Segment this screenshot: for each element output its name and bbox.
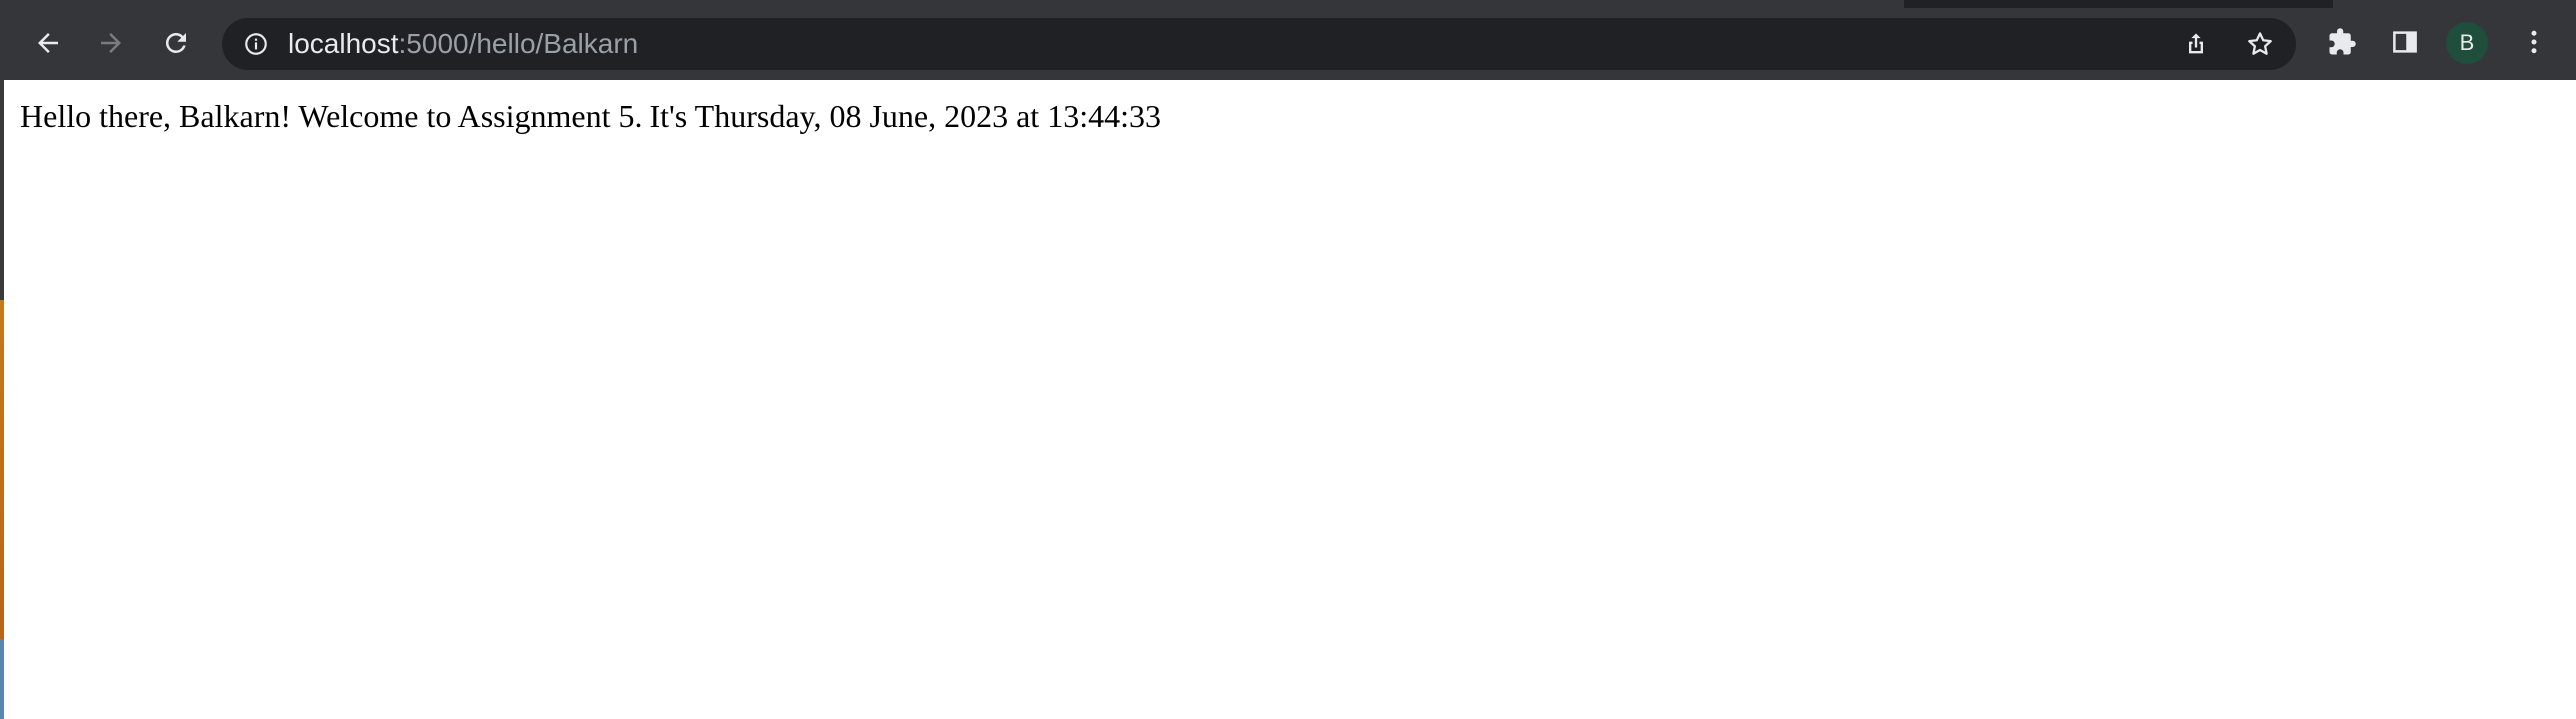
kebab-menu-icon — [2531, 30, 2537, 54]
address-bar[interactable]: localhost:5000/hello/Balkarn — [222, 18, 2296, 70]
greeting-text: Hello there, Balkarn! Welcome to Assignm… — [20, 98, 1161, 134]
reload-button[interactable] — [153, 20, 199, 66]
forward-button[interactable] — [88, 20, 134, 66]
url-text[interactable]: localhost:5000/hello/Balkarn — [288, 18, 638, 70]
info-icon[interactable] — [242, 30, 270, 58]
share-button[interactable] — [2176, 24, 2216, 64]
share-icon — [2189, 33, 2203, 54]
tab-edge[interactable] — [2333, 0, 2576, 8]
browser-menu-button[interactable] — [2514, 22, 2554, 62]
profile-avatar[interactable]: B — [2446, 22, 2488, 64]
extensions-button[interactable] — [2322, 22, 2362, 62]
back-button[interactable] — [25, 20, 71, 66]
tab-strip — [0, 0, 2576, 8]
url-path: :5000/hello/Balkarn — [398, 28, 639, 59]
side-panel-icon — [2393, 31, 2417, 53]
star-icon — [2248, 32, 2272, 55]
browser-toolbar: localhost:5000/hello/Balkarn B — [0, 0, 2576, 80]
puzzle-icon — [2329, 28, 2356, 55]
bookmark-button[interactable] — [2240, 24, 2280, 64]
url-host: localhost — [288, 28, 399, 59]
page-content: Hello there, Balkarn! Welcome to Assignm… — [4, 80, 2576, 719]
active-tab-edge[interactable] — [0, 0, 1904, 8]
arrow-right-icon — [101, 33, 121, 53]
side-panel-button[interactable] — [2385, 22, 2425, 62]
reload-icon — [165, 32, 186, 53]
arrow-left-icon — [38, 33, 58, 53]
